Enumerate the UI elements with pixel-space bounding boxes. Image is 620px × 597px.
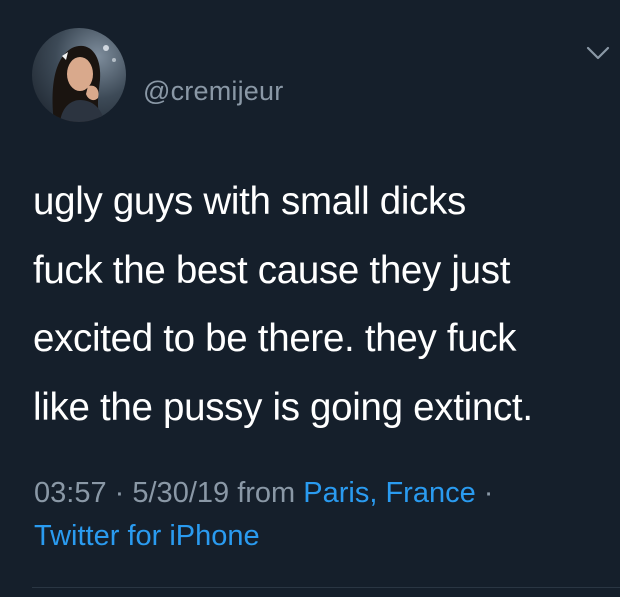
tweet-date: 5/30/19 [132, 477, 230, 509]
tweet-meta-row: Twitter for iPhone [34, 515, 614, 558]
divider [32, 587, 620, 588]
separator: · [114, 477, 125, 509]
location-link[interactable]: Paris, France [303, 477, 475, 509]
tweet-card: @cremijeur ugly guys with small dicks fu… [0, 0, 620, 597]
tweet-meta: 03:57 · 5/30/19 from Paris, France · Twi… [34, 472, 614, 558]
tweet-meta-row: 03:57 · 5/30/19 from Paris, France · [34, 472, 614, 515]
separator: · [483, 477, 494, 509]
user-handle[interactable]: @cremijeur [143, 76, 283, 107]
tweet-time: 03:57 [34, 477, 107, 509]
tweet-text-line: excited to be there. they fuck [33, 317, 517, 360]
tweet-text: ugly guys with small dicks fuck the best… [33, 168, 613, 442]
tweet-text-line: fuck the best cause they just [33, 248, 511, 292]
avatar[interactable] [32, 28, 126, 122]
avatar-image [32, 28, 126, 122]
from-label: from [237, 477, 296, 509]
tweet-text-line: ugly guys with small dicks [33, 180, 466, 223]
tweet-text-line: like the pussy is going extinct. [33, 385, 533, 429]
client-link[interactable]: Twitter for iPhone [34, 520, 260, 552]
chevron-down-icon[interactable] [585, 44, 611, 62]
